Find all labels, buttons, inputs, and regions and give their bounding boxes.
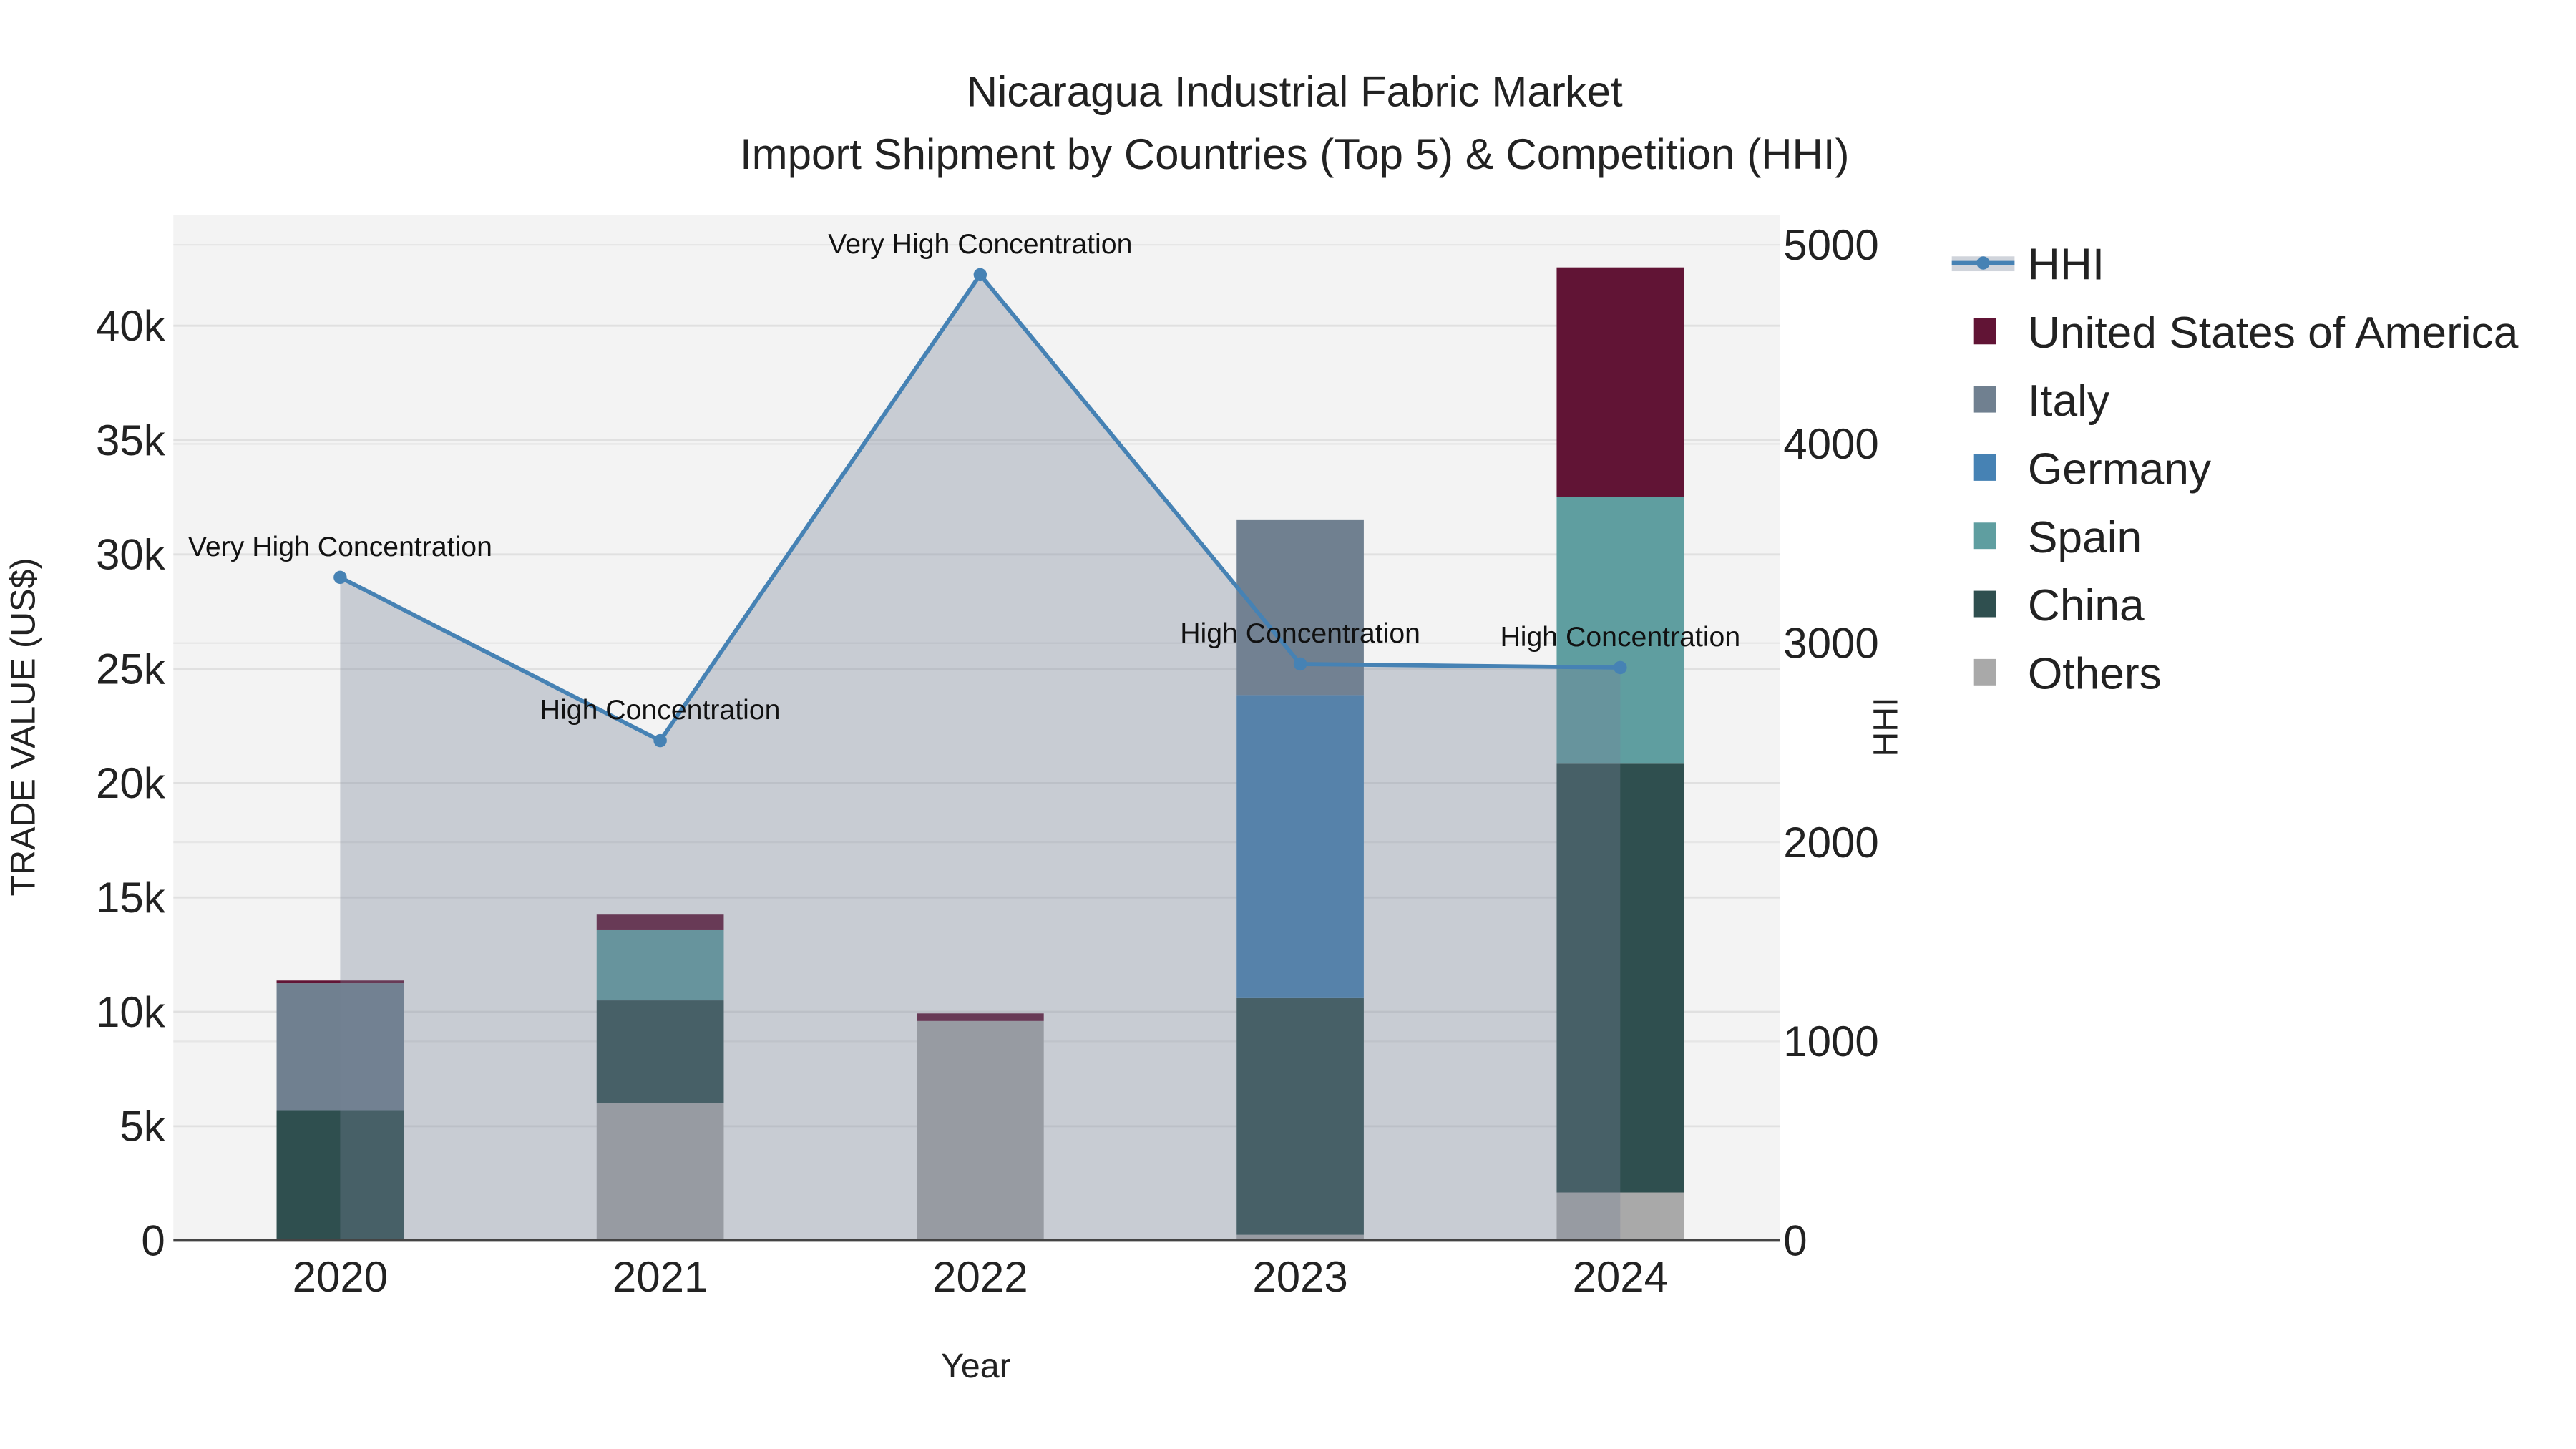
legend-label-spain: Spain <box>2028 513 2142 562</box>
y-tick-label: 10k <box>96 988 166 1036</box>
hhi-point-2020 <box>333 570 347 585</box>
y-tick-label: 40k <box>96 302 166 350</box>
y2-tick-label: 5000 <box>1783 221 1878 269</box>
hhi-annotation: Very High Concentration <box>188 531 492 562</box>
hhi-annotation: High Concentration <box>1180 618 1420 649</box>
x-axis-label: Year <box>941 1347 1011 1385</box>
y-tick-label: 5k <box>119 1103 165 1151</box>
x-axis-ticks: 2020 2021 2022 2023 2024 <box>293 1253 1668 1301</box>
y-axis-label: TRADE VALUE (US$) <box>4 557 42 896</box>
x-tick-label: 2023 <box>1252 1253 1347 1301</box>
y2-axis-label: HHI <box>1867 697 1906 756</box>
hhi-point-2024 <box>1614 660 1627 675</box>
legend-swatch-spain <box>1973 522 1996 550</box>
legend-label-hhi: HHI <box>2028 240 2104 290</box>
chart: Nicaragua Industrial Fabric Market Impor… <box>4 67 2519 1385</box>
chart-title-line-1: Nicaragua Industrial Fabric Market <box>967 67 1623 115</box>
x-tick-label: 2020 <box>293 1253 388 1301</box>
y2-tick-label: 2000 <box>1783 819 1878 867</box>
y-tick-label: 0 <box>141 1216 165 1264</box>
chart-title-line-2: Import Shipment by Countries (Top 5) & C… <box>740 130 1850 178</box>
y-tick-label: 35k <box>96 416 166 464</box>
hhi-point-2021 <box>653 733 667 748</box>
legend-swatch-italy <box>1973 386 1996 413</box>
legend-swatch-germany <box>1973 454 1996 481</box>
y-tick-label: 15k <box>96 874 166 922</box>
legend-swatch-others <box>1973 658 1996 686</box>
legend-swatch-united-states-of-america <box>1973 318 1996 345</box>
y2-tick-label: 3000 <box>1783 620 1878 668</box>
y2-tick-label: 0 <box>1783 1216 1807 1264</box>
y2-tick-label: 1000 <box>1783 1018 1878 1065</box>
legend-label-united-states-of-america: United States of America <box>2028 308 2519 358</box>
legend-label-others: Others <box>2028 649 2162 698</box>
y-tick-label: 30k <box>96 531 166 579</box>
legend-label-germany: Germany <box>2028 444 2212 494</box>
hhi-annotation: High Concentration <box>540 694 781 726</box>
y2-axis-ticks: 0 1000 2000 3000 4000 5000 <box>1783 221 1878 1265</box>
legend-hhi-marker <box>1976 256 1990 270</box>
y-tick-label: 25k <box>96 645 166 693</box>
hhi-point-2022 <box>973 268 987 282</box>
bar-united-states-of-america-2024 <box>1556 267 1684 497</box>
y-axis-ticks: 0 5k 10k 15k 20k 25k 30k 35k 40k <box>96 302 166 1264</box>
hhi-annotation: Very High Concentration <box>828 228 1132 260</box>
x-tick-label: 2022 <box>932 1253 1028 1301</box>
legend-label-china: China <box>2028 581 2145 630</box>
hhi-point-2023 <box>1293 657 1307 671</box>
legend: HHI United States of America Italy Germany S… <box>1951 240 2519 698</box>
hhi-annotation: High Concentration <box>1500 621 1740 653</box>
legend-label-italy: Italy <box>2028 376 2110 426</box>
x-tick-label: 2021 <box>613 1253 708 1301</box>
y-tick-label: 20k <box>96 759 166 807</box>
y2-tick-label: 4000 <box>1783 420 1878 468</box>
legend-swatch-china <box>1973 590 1996 618</box>
x-tick-label: 2024 <box>1573 1253 1668 1301</box>
